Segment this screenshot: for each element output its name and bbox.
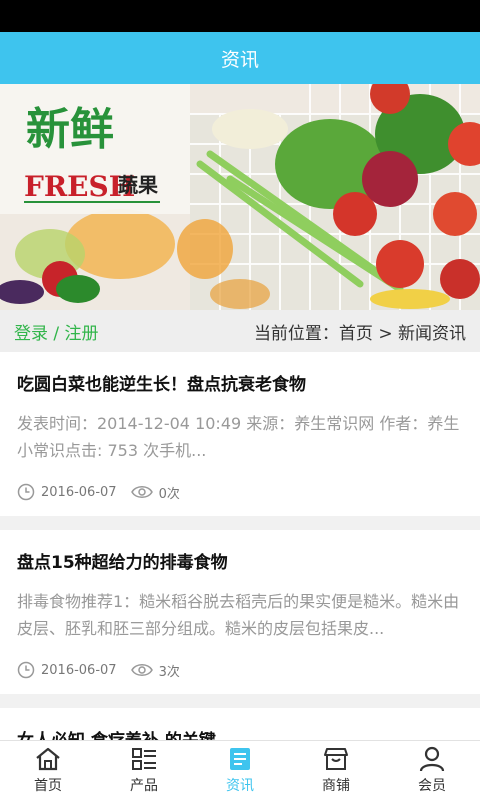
tab-label: 首页 [34,778,62,794]
article-date: 2016-06-07 [41,662,117,678]
tab-member[interactable]: 会员 [384,741,480,800]
clock-icon [17,483,35,501]
register-link[interactable]: 注册 [65,324,99,344]
status-bar [0,0,480,32]
header-bar: 资讯 [0,32,480,84]
article-views: 3次 [158,664,180,680]
breadcrumb: 当前位置：首页 > 新闻资讯 [253,323,466,344]
tab-label: 资讯 [226,778,254,794]
banner-title-cn: 新鲜 [26,104,114,155]
article-summary: 发表时间：2014-12-04 10:49 来源：养生常识网 作者：养生小常识点… [17,414,460,460]
banner-image: 新鲜 FRESH 蔬果 [0,84,480,310]
article-summary: 排毒食物推荐1：糙米稻谷脱去稻壳后的果实便是糙米。糙米由皮层、胚乳和胚三部分组成… [17,592,460,638]
eye-icon [130,664,153,676]
shop-icon [324,748,348,770]
news-icon [230,748,250,770]
tab-products[interactable]: 产品 [96,741,192,800]
article-card[interactable]: 吃圆白菜也能逆生长！盘点抗衰老食物 发表时间：2014-12-04 10:49 … [0,352,480,516]
article-meta: 2016-06-07 3次 [17,646,463,694]
article-card[interactable]: 女人必知 食疗养补 的关键 [0,708,480,740]
tab-home[interactable]: 首页 [0,741,96,800]
article-date: 2016-06-07 [41,484,117,500]
list-icon [132,748,156,770]
tab-news[interactable]: 资讯 [192,741,288,800]
auth-separator: / [53,323,60,344]
auth-links: 登录 / 注册 [14,319,99,344]
banner-title-sub: 蔬果 [118,173,158,197]
breadcrumb-bar: 登录 / 注册 当前位置：首页 > 新闻资讯 [0,310,480,352]
tab-label: 商铺 [322,778,350,794]
article-title[interactable]: 吃圆白菜也能逆生长！盘点抗衰老食物 [17,370,463,400]
article-title[interactable]: 盘点15种超给力的排毒食物 [17,548,463,578]
page-title: 资讯 [220,48,259,71]
bottom-tab-bar: 首页 产品 资讯 商铺 会员 [0,740,480,800]
clock-icon [17,661,35,679]
tab-label: 会员 [418,778,446,794]
article-title[interactable]: 女人必知 食疗养补 的关键 [17,726,463,740]
tab-label: 产品 [130,778,158,794]
login-link[interactable]: 登录 [14,324,48,344]
article-list: 吃圆白菜也能逆生长！盘点抗衰老食物 发表时间：2014-12-04 10:49 … [0,352,480,740]
article-views: 0次 [158,486,180,502]
home-icon [36,747,60,771]
user-icon [419,746,445,772]
tab-shops[interactable]: 商铺 [288,741,384,800]
eye-icon [130,486,153,498]
article-card[interactable]: 盘点15种超给力的排毒食物 排毒食物推荐1：糙米稻谷脱去稻壳后的果实便是糙米。糙… [0,530,480,694]
article-meta: 2016-06-07 0次 [17,468,463,516]
